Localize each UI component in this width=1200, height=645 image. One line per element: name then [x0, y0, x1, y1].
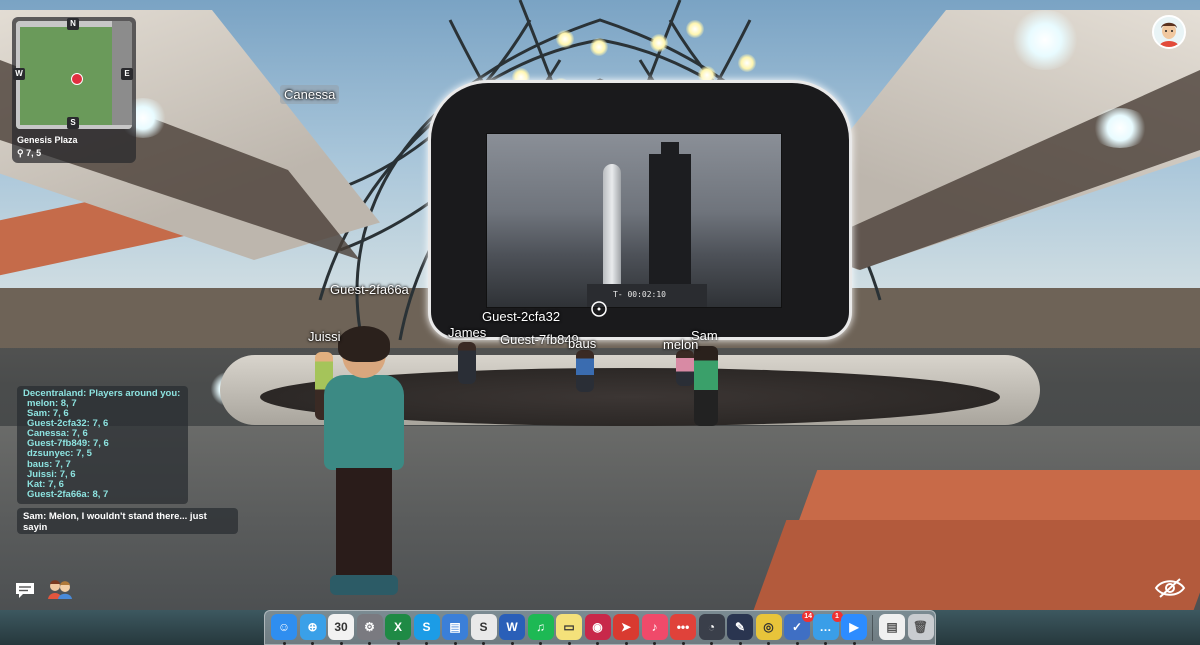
dock-trash-icon[interactable]: 🗑	[907, 614, 934, 640]
stage-light	[650, 34, 668, 52]
stage-light	[590, 38, 608, 56]
avatar-shoes	[330, 575, 398, 595]
compass-east: E	[121, 68, 133, 80]
nametag-guest-7fb849: Guest-7fb849	[500, 332, 579, 347]
nametag-guest-2fa66a: Guest-2fa66a	[330, 282, 409, 297]
dock-calendar-icon[interactable]: 30	[328, 614, 354, 640]
dock-zoom-icon[interactable]: ▶	[841, 614, 867, 640]
dock-messages-icon[interactable]: … 1	[812, 611, 843, 640]
map-pin-icon: ⚲	[17, 148, 27, 158]
crosshair-icon	[591, 301, 607, 317]
dock-documents-icon[interactable]: ▤	[879, 614, 905, 640]
dock-spotify-icon[interactable]: ♫	[527, 614, 554, 640]
dock-stickies-icon[interactable]: ▭	[556, 614, 582, 640]
spotlight	[1010, 10, 1080, 70]
coords-value: 7, 5	[26, 148, 42, 158]
dock-skype-icon[interactable]: S	[413, 614, 440, 640]
eye-slash-icon	[1154, 578, 1186, 598]
friends-button[interactable]	[46, 579, 74, 599]
dock-system-preferences-icon[interactable]: ⚙	[356, 614, 383, 640]
players-around-panel: Decentraland: Players around you: melon:…	[17, 386, 188, 504]
launch-tower	[649, 154, 691, 304]
video-screen[interactable]: T- 00:02:10	[486, 133, 782, 308]
dock-music-icon[interactable]: ♪	[641, 614, 668, 640]
dock-scrivener-icon[interactable]: S	[470, 614, 497, 640]
avatar-legs	[336, 468, 392, 578]
player-row: Guest-2fa66a: 8, 7	[27, 488, 109, 500]
dock-word-icon[interactable]: W	[499, 614, 525, 640]
compass-west: W	[13, 68, 25, 80]
avatar-hair	[338, 326, 390, 362]
world-viewport[interactable]: T- 00:02:10 Canessa Guest-2fa66a Juissi …	[0, 0, 1200, 610]
avatar-torso	[324, 375, 404, 470]
avatar-melon[interactable]	[676, 350, 694, 386]
chat-button[interactable]	[14, 580, 38, 600]
chat-message: Sam: Melon, I wouldn't stand there... ju…	[17, 508, 238, 534]
countdown-timer: T- 00:02:10	[613, 290, 666, 299]
dock-tasks-app-icon[interactable]: ✓ 14	[784, 611, 814, 640]
macos-dock: ☺ ⊕ 30 ⚙ X S ▤ S W ♫ ▭ ◉ ➤ ♪ ••• ◔ ✎ ◎ ✓ 14… 1 ▶ ▤ 🗑	[264, 610, 936, 645]
dock-sketch-app-icon[interactable]: ✎	[727, 614, 753, 640]
rocket	[603, 164, 621, 299]
stage-light	[686, 20, 704, 38]
dock-excel-icon[interactable]: X	[385, 614, 411, 640]
profile-button[interactable]	[1152, 15, 1186, 49]
hide-ui-button[interactable]	[1154, 577, 1186, 599]
minimap-map[interactable]	[16, 21, 132, 129]
dock-wifi-app-icon[interactable]: ◔	[698, 614, 725, 640]
avatar-james[interactable]	[458, 342, 476, 384]
avatar-sam[interactable]	[694, 346, 718, 426]
location-name: Genesis Plaza	[17, 135, 78, 145]
player-location-marker	[71, 73, 83, 85]
dock-chrome-icon[interactable]: ◎	[755, 614, 782, 640]
avatar-baus[interactable]	[576, 350, 594, 392]
dock-lips-app-icon[interactable]: ◉	[584, 614, 611, 640]
orange-steps	[753, 520, 1200, 610]
dock-safari-icon[interactable]: ⊕	[299, 614, 326, 640]
compass-south: S	[67, 117, 79, 129]
nametag-james: James	[448, 325, 487, 340]
dock-separator	[872, 615, 873, 641]
nametag-baus: baus	[568, 336, 597, 351]
friends-icon	[48, 580, 72, 599]
nametag-canessa: Canessa	[280, 85, 340, 104]
dock-notes-app-icon[interactable]: ▤	[442, 614, 468, 640]
spotlight	[1090, 108, 1150, 148]
chat-bubble-icon	[16, 583, 34, 598]
player-avatar	[318, 326, 408, 610]
stage-light	[738, 54, 756, 72]
nametag-juissi: Juissi	[308, 329, 341, 344]
location-coords: ⚲ 7, 5	[17, 148, 41, 159]
minimap[interactable]: N S W E Genesis Plaza ⚲ 7, 5	[12, 17, 136, 163]
avatar-profile-icon	[1154, 17, 1184, 47]
dock-finder-icon[interactable]: ☺	[271, 614, 297, 640]
dock-bird-app-icon[interactable]: ➤	[613, 614, 639, 640]
dock-more-app-icon[interactable]: •••	[670, 614, 696, 640]
nametag-guest-2cfa32: Guest-2cfa32	[482, 309, 561, 324]
nametag-melon: melon	[663, 337, 699, 352]
compass-north: N	[67, 18, 79, 30]
stage-light	[556, 30, 574, 48]
